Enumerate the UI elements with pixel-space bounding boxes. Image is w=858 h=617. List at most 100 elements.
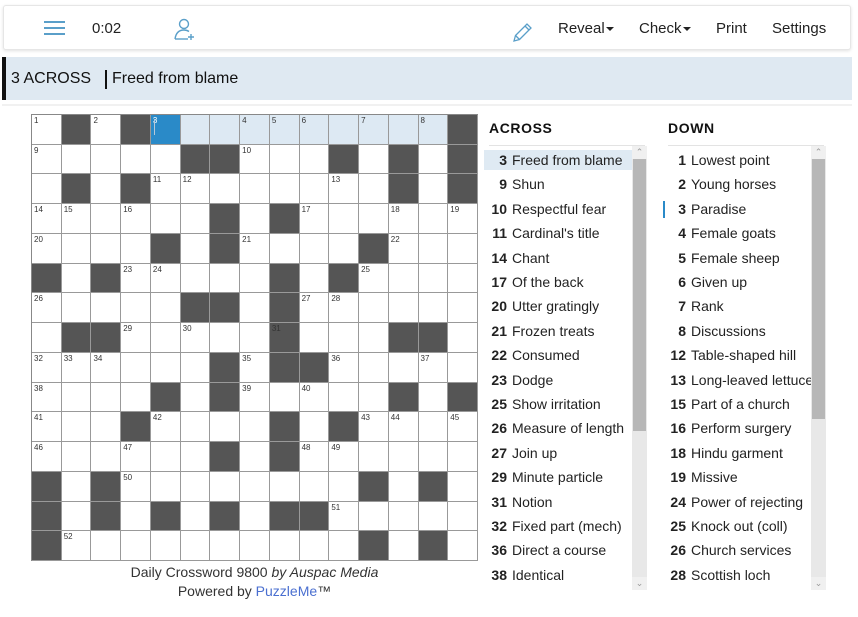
grid-cell[interactable] [180,382,211,413]
grid-cell[interactable]: 32 [32,352,62,383]
grid-cell[interactable] [359,323,389,353]
grid-cell[interactable]: 37 [418,352,449,383]
down-clue-item[interactable]: 13 Long-leaved lettuce [663,370,811,390]
across-clue-list[interactable]: 3 Freed from blame 9 Shun 10 Respectful fear 1… [484,149,632,590]
down-clue-list[interactable]: 1 Lowest point 2 Young horses 3 Paradise 4 Fema… [663,149,811,590]
grid-cell[interactable] [61,144,92,175]
pencil-icon[interactable] [510,18,534,42]
grid-cell[interactable] [61,233,92,264]
grid-cell[interactable]: 43 [359,412,389,443]
down-clue-item[interactable]: 2 Young horses [663,174,811,194]
grid-cell[interactable] [210,412,241,443]
grid-cell[interactable]: 6 [299,115,330,145]
grid-cell[interactable] [61,501,92,532]
grid-cell[interactable] [32,174,62,205]
grid-cell[interactable]: 12 [180,174,211,205]
grid-cell[interactable] [91,531,122,561]
down-clue-item[interactable]: 3 Paradise [663,199,811,219]
hamburger-menu-icon[interactable] [44,20,66,36]
grid-cell[interactable] [61,293,92,324]
grid-cell[interactable] [299,144,330,175]
grid-cell[interactable] [121,501,151,532]
down-clue-item[interactable]: 25 Knock out (coll) [663,516,811,536]
grid-cell[interactable]: 46 [32,442,62,472]
grid-cell[interactable]: 22 [388,233,419,264]
grid-cell[interactable] [121,144,151,175]
grid-cell[interactable]: 27 [299,293,330,324]
grid-cell[interactable]: 21 [240,233,270,264]
down-clue-item[interactable]: 5 Female sheep [663,248,811,268]
grid-cell[interactable]: 29 [121,323,151,353]
grid-cell[interactable] [91,412,122,443]
across-clue-item[interactable]: 32 Fixed part (mech) [484,516,632,536]
scroll-up-icon[interactable]: ⌃ [811,146,826,159]
grid-cell[interactable]: 35 [240,352,270,383]
scroll-down-icon[interactable]: ⌄ [632,577,647,590]
grid-cell[interactable] [329,531,360,561]
grid-cell[interactable] [180,471,211,502]
grid-cell[interactable]: 15 [61,204,92,234]
grid-cell[interactable]: 16 [121,204,151,234]
grid-cell[interactable]: 7 [359,115,389,145]
grid-cell[interactable]: 20 [32,233,62,264]
grid-cell[interactable] [61,382,92,413]
grid-cell[interactable] [240,501,270,532]
grid-cell[interactable] [180,204,211,234]
down-scrollbar-thumb[interactable] [812,159,825,419]
grid-cell[interactable]: 24 [150,263,181,294]
grid-cell[interactable] [91,204,122,234]
grid-cell[interactable] [448,531,478,561]
grid-cell[interactable]: 52 [61,531,92,561]
grid-cell[interactable]: 36 [329,352,360,383]
grid-cell[interactable] [240,204,270,234]
grid-cell[interactable] [448,471,478,502]
grid-cell[interactable] [359,442,389,472]
across-clue-item[interactable]: 29 Minute particle [484,467,632,487]
across-clue-item[interactable]: 21 Frozen treats [484,321,632,341]
grid-cell[interactable] [61,442,92,472]
grid-cell[interactable]: 8 [418,115,449,145]
down-clue-item[interactable]: 12 Table-shaped hill [663,345,811,365]
grid-cell[interactable] [418,233,449,264]
grid-cell[interactable]: 25 [359,263,389,294]
across-clue-item[interactable]: 20 Utter gratingly [484,296,632,316]
grid-cell[interactable] [329,471,360,502]
crossword-grid[interactable]: 1 2 3 4 5 6 7 8 9 10 11 12 13 14 15 16 17 18 19 20 21 22 23 24 2… [31,114,478,561]
across-clue-item[interactable]: 11 Cardinal's title [484,223,632,243]
grid-cell[interactable] [418,501,449,532]
grid-cell[interactable] [418,382,449,413]
grid-cell[interactable] [150,323,181,353]
grid-cell[interactable] [61,412,92,443]
grid-cell[interactable] [388,442,419,472]
grid-cell[interactable] [359,144,389,175]
grid-cell[interactable] [359,174,389,205]
across-clue-item[interactable]: 17 Of the back [484,272,632,292]
grid-cell[interactable]: 2 [91,115,122,145]
grid-cell[interactable] [180,352,211,383]
grid-cell[interactable]: 40 [299,382,330,413]
grid-cell[interactable] [359,501,389,532]
grid-cell[interactable]: 11 [150,174,181,205]
grid-cell[interactable] [240,293,270,324]
grid-cell[interactable] [388,471,419,502]
grid-cell[interactable]: 9 [32,144,62,175]
grid-cell[interactable] [180,412,211,443]
grid-cell[interactable]: 4 [240,115,270,145]
grid-cell[interactable] [269,233,300,264]
grid-cell[interactable] [121,382,151,413]
grid-cell[interactable] [150,471,181,502]
across-scrollbar-thumb[interactable] [633,159,646,431]
reveal-menu-button[interactable]: Reveal [558,6,614,51]
scroll-up-icon[interactable]: ⌃ [632,146,647,159]
grid-cell[interactable] [121,233,151,264]
grid-cell[interactable] [269,144,300,175]
grid-cell[interactable] [121,293,151,324]
grid-cell[interactable] [448,352,478,383]
down-scrollbar[interactable]: ⌃ ⌄ [811,146,826,590]
puzzleme-link[interactable]: PuzzleMe [256,583,317,599]
grid-cell[interactable] [269,531,300,561]
grid-cell[interactable] [150,352,181,383]
grid-cell[interactable] [418,144,449,175]
down-clue-item[interactable]: 15 Part of a church [663,394,811,414]
grid-cell[interactable]: 45 [448,412,478,443]
